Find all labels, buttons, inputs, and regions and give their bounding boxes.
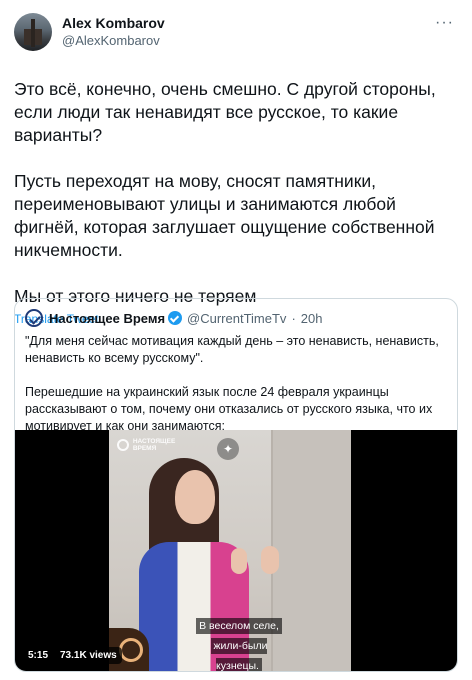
- video-person-hand-right: [261, 546, 279, 574]
- video-watermark: НАСТОЯЩЕЕ ВРЕМЯ: [117, 438, 175, 452]
- subtitle-line-1: В веселом селе,: [196, 618, 282, 634]
- quoted-handle[interactable]: @CurrentTimeTv: [187, 311, 286, 326]
- video-views-badge: 73.1K views: [55, 647, 122, 664]
- author-display-name[interactable]: Alex Kombarov: [62, 15, 165, 32]
- video-person-hand-left: [231, 548, 247, 574]
- tweet-text: Это всё, конечно, очень смешно. С другой…: [14, 78, 458, 308]
- quoted-avatar[interactable]: [25, 309, 43, 327]
- author-handle[interactable]: @AlexKombarov: [62, 32, 165, 49]
- video-subtitle: В веселом селе, жили-были кузнецы.: [189, 616, 289, 671]
- quoted-paragraph-1: "Для меня сейчас мотивация каждый день –…: [25, 334, 439, 365]
- avatar[interactable]: [14, 13, 52, 51]
- verified-badge-icon: [168, 311, 183, 325]
- tweet-paragraph-1: Это всё, конечно, очень смешно. С другой…: [14, 79, 436, 145]
- watermark-line-1: НАСТОЯЩЕЕ: [132, 438, 176, 445]
- more-options-icon[interactable]: ···: [435, 14, 454, 32]
- sparkle-icon[interactable]: ✦: [217, 438, 239, 460]
- tweet-paragraph-2: Пусть переходят на мову, сносят памятник…: [14, 171, 435, 260]
- video-player[interactable]: НАСТОЯЩЕЕ ВРЕМЯ ✦ В веселом селе, жили-б…: [15, 430, 457, 671]
- watermark-logo-icon: [117, 439, 129, 451]
- quoted-paragraph-2: Перешедшие на украинский язык после 24 ф…: [25, 385, 433, 433]
- quoted-separator: ·: [291, 310, 296, 326]
- quoted-time[interactable]: 20h: [301, 311, 323, 326]
- author-names: Alex Kombarov @AlexKombarov: [62, 15, 165, 49]
- video-frame: НАСТОЯЩЕЕ ВРЕМЯ ✦ В веселом селе, жили-б…: [109, 430, 351, 671]
- video-person-face: [175, 470, 215, 524]
- quoted-tweet-header: Настоящее Время @CurrentTimeTv · 20h: [15, 299, 457, 327]
- subtitle-line-2: жили-были кузнецы.: [210, 638, 268, 671]
- tweet-header: Alex Kombarov @AlexKombarov: [14, 12, 458, 52]
- quoted-display-name[interactable]: Настоящее Время: [49, 311, 165, 326]
- quoted-text: "Для меня сейчас мотивация каждый день –…: [15, 327, 457, 435]
- quoted-tweet[interactable]: Настоящее Время @CurrentTimeTv · 20h "Дл…: [14, 298, 458, 672]
- watermark-line-2: ВРЕМЯ: [132, 445, 157, 452]
- avatar-spire: [31, 19, 35, 47]
- video-duration-badge: 5:15: [23, 647, 54, 664]
